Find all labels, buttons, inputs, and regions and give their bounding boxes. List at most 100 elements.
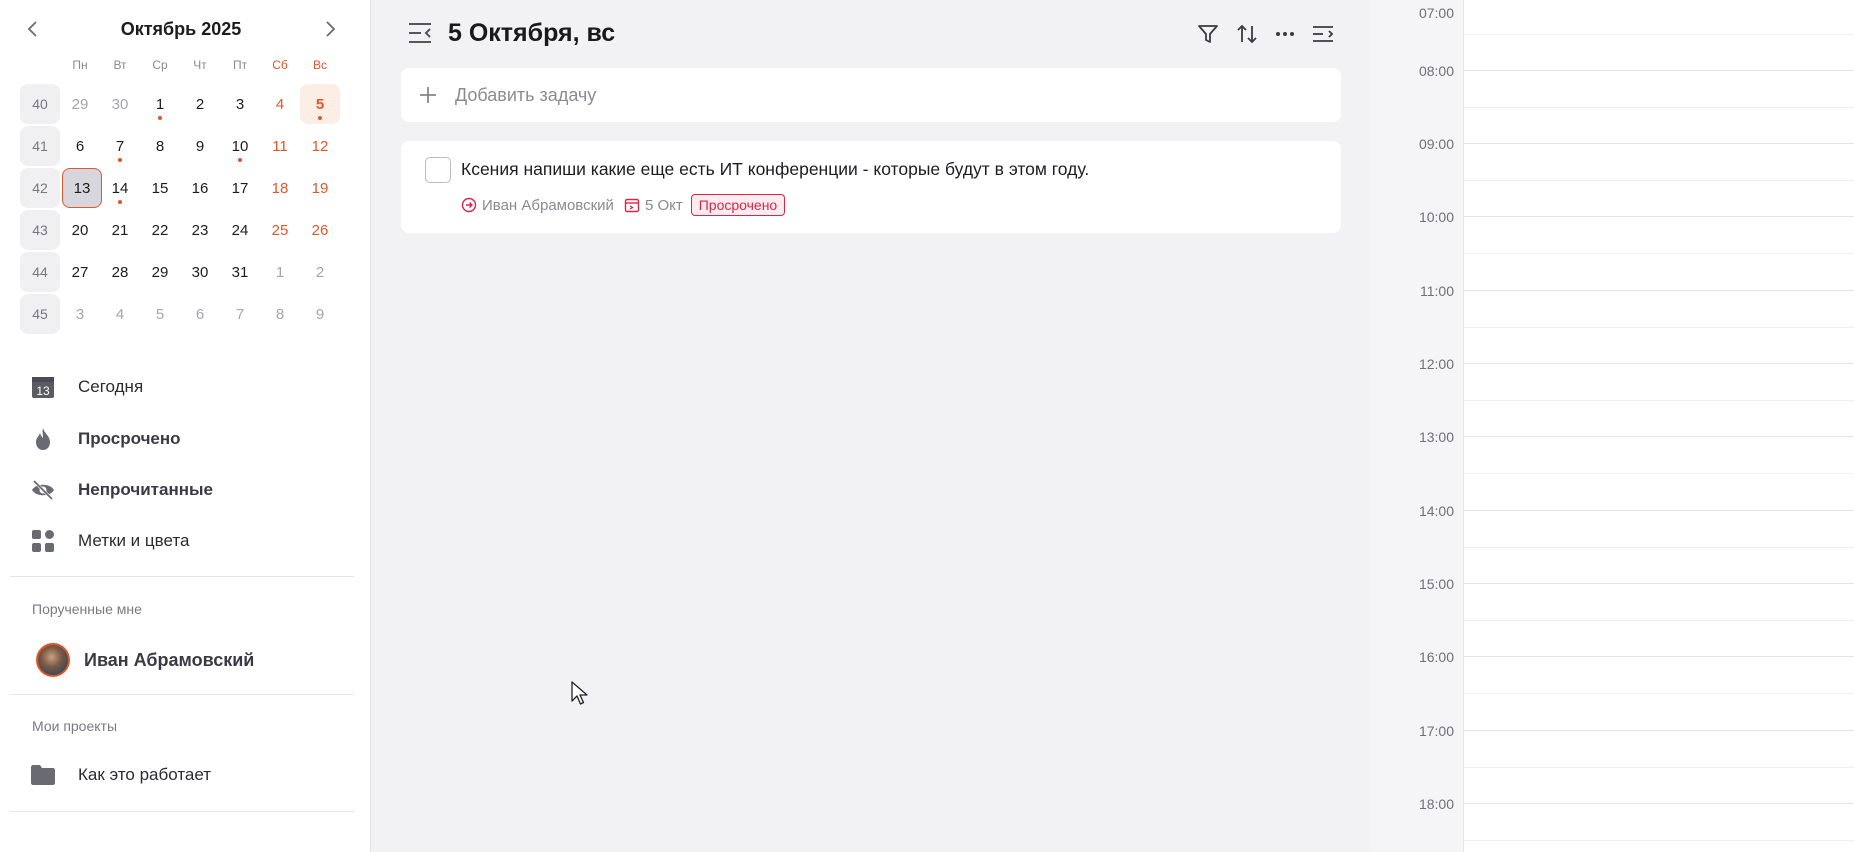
calendar-day[interactable]: 8 <box>260 294 300 334</box>
assigned-arrow-icon <box>461 197 477 213</box>
sort-button[interactable] <box>1233 20 1261 48</box>
calendar-day[interactable]: 15 <box>140 168 180 208</box>
calendar-day[interactable]: 8 <box>140 126 180 166</box>
toggle-timeline-button[interactable] <box>1309 20 1337 48</box>
divider <box>10 694 354 695</box>
calendar-day[interactable]: 30 <box>100 84 140 124</box>
week-number[interactable]: 40 <box>20 84 60 124</box>
calendar-day[interactable]: 24 <box>220 210 260 250</box>
calendar-day[interactable]: 4 <box>260 84 300 124</box>
weekday-label: Ср <box>152 58 168 72</box>
calendar-day[interactable]: 1 <box>140 84 180 124</box>
add-task-input[interactable]: Добавить задачу <box>401 68 1341 122</box>
task-due-date: 5 Окт <box>644 196 683 214</box>
calendar-day[interactable]: 1 <box>260 252 300 292</box>
timeline-hour-label: 14:00 <box>1418 503 1454 519</box>
calendar-day-selected[interactable]: 5 <box>300 84 340 124</box>
calendar-day[interactable]: 12 <box>300 126 340 166</box>
timeline-hour-label: 11:00 <box>1420 283 1454 299</box>
calendar-day[interactable]: 17 <box>220 168 260 208</box>
timeline-hour-column: 07:00 08:00 09:00 10:00 11:00 12:00 13:0… <box>1370 0 1464 852</box>
calendar-day[interactable]: 25 <box>260 210 300 250</box>
nav-item-label: Просрочено <box>78 429 181 448</box>
sidebar: Октябрь 2025 Пн Вт Ср Чт Пт Сб Вс 40 29 … <box>0 0 370 852</box>
calendar-day[interactable]: 5 <box>140 294 180 334</box>
weekday-label: Вт <box>113 58 127 72</box>
filter-icon <box>1198 25 1218 43</box>
calendar-day[interactable]: 2 <box>180 84 220 124</box>
calendar-day[interactable]: 26 <box>300 210 340 250</box>
timeline-hour-line <box>1464 143 1854 144</box>
calendar-day[interactable]: 27 <box>60 252 100 292</box>
calendar-day[interactable]: 31 <box>220 252 260 292</box>
calendar-day[interactable]: 2 <box>300 252 340 292</box>
timeline-slot-line <box>1464 473 1854 474</box>
timeline-hour-label: 10:00 <box>1418 209 1454 225</box>
week-number[interactable]: 44 <box>20 252 60 292</box>
nav-item-today[interactable]: 13 Сегодня <box>30 367 350 407</box>
calendar-day[interactable]: 29 <box>140 252 180 292</box>
divider <box>10 811 354 812</box>
nav-item-label: Метки и цвета <box>78 531 190 550</box>
calendar-day[interactable]: 18 <box>260 168 300 208</box>
timeline-hour-label: 15:00 <box>1418 576 1454 592</box>
task-assignee: Иван Абрамовский <box>482 196 614 214</box>
calendar-day[interactable]: 3 <box>220 84 260 124</box>
task-indicator-dot <box>238 158 242 162</box>
calendar-day[interactable]: 22 <box>140 210 180 250</box>
calendar-day[interactable]: 23 <box>180 210 220 250</box>
calendar-day[interactable]: 9 <box>300 294 340 334</box>
calendar-day[interactable]: 21 <box>100 210 140 250</box>
task-card[interactable]: Ксения напиши какие еще есть ИТ конферен… <box>401 141 1341 233</box>
status-badge: Просрочено <box>690 194 786 216</box>
week-number[interactable]: 42 <box>20 168 60 208</box>
nav-item-unread[interactable]: Непрочитанные <box>30 470 350 510</box>
calendar-day[interactable]: 14 <box>100 168 140 208</box>
timeline-hour-line <box>1464 656 1854 657</box>
task-title[interactable]: Ксения напиши какие еще есть ИТ конферен… <box>461 159 1089 180</box>
calendar-day[interactable]: 30 <box>180 252 220 292</box>
calendar-day[interactable]: 9 <box>180 126 220 166</box>
timeline-hour-label: 16:00 <box>1418 649 1454 665</box>
calendar-day[interactable]: 3 <box>60 294 100 334</box>
chevron-right-icon <box>326 21 336 37</box>
timeline-slot-line <box>1464 767 1854 768</box>
calendar-day[interactable]: 10 <box>220 126 260 166</box>
nav-item-overdue[interactable]: Просрочено <box>30 419 350 459</box>
more-options-button[interactable] <box>1271 20 1299 48</box>
project-item[interactable]: Как это работает <box>30 755 350 795</box>
timeline-hour-line <box>1464 290 1854 291</box>
section-title-projects: Мои проекты <box>32 718 118 734</box>
grid-icon <box>30 527 66 555</box>
timeline-hour-line <box>1464 70 1854 71</box>
timeline-hour-line <box>1464 583 1854 584</box>
calendar-day[interactable]: 7 <box>100 126 140 166</box>
assignee-item[interactable]: Иван Абрамовский <box>36 641 346 679</box>
calendar-day[interactable]: 4 <box>100 294 140 334</box>
project-name: Как это работает <box>78 765 212 784</box>
calendar-day[interactable]: 28 <box>100 252 140 292</box>
week-number[interactable]: 43 <box>20 210 60 250</box>
calendar-header: Октябрь 2025 <box>0 0 370 58</box>
calendar-day[interactable]: 20 <box>60 210 100 250</box>
week-number[interactable]: 45 <box>20 294 60 334</box>
nav-item-labels-colors[interactable]: Метки и цвета <box>30 521 350 561</box>
timeline-hour-line <box>1464 510 1854 511</box>
calendar-day[interactable]: 29 <box>60 84 100 124</box>
task-checkbox[interactable] <box>425 157 451 183</box>
next-month-button[interactable] <box>315 14 345 44</box>
calendar-day[interactable]: 19 <box>300 168 340 208</box>
plus-icon <box>420 87 436 103</box>
calendar-day[interactable]: 7 <box>220 294 260 334</box>
collapse-sidebar-button[interactable] <box>405 20 435 46</box>
filter-button[interactable] <box>1194 20 1222 48</box>
timeline-slot-line <box>1464 547 1854 548</box>
calendar-day[interactable]: 6 <box>180 294 220 334</box>
eye-off-icon <box>30 476 66 504</box>
timeline-hour-label: 12:00 <box>1418 356 1454 372</box>
week-number[interactable]: 41 <box>20 126 60 166</box>
calendar-day[interactable]: 16 <box>180 168 220 208</box>
calendar-day-today[interactable]: 13 <box>62 168 102 208</box>
calendar-day[interactable]: 6 <box>60 126 100 166</box>
calendar-day[interactable]: 11 <box>260 126 300 166</box>
